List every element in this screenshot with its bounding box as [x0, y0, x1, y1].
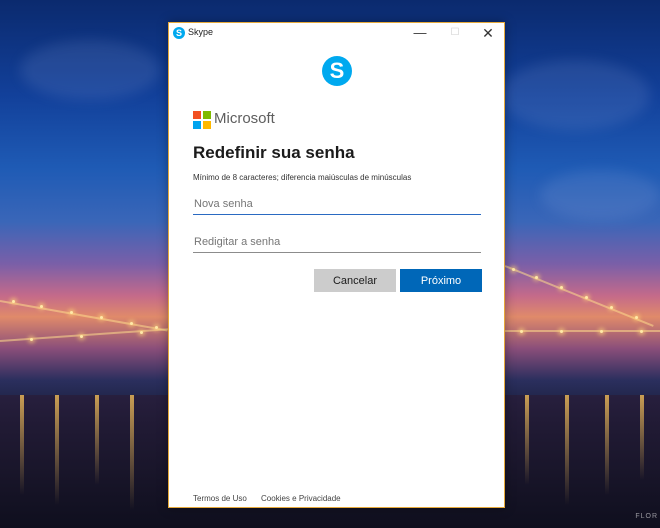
new-password-input[interactable]	[193, 193, 481, 215]
microsoft-wordmark: Microsoft	[214, 110, 275, 127]
password-hint: Mínimo de 8 caracteres; diferencia maiús…	[193, 173, 412, 182]
window-title: Skype	[188, 27, 214, 37]
footer-links: Termos de Uso Cookies e Privacidade	[193, 494, 353, 503]
maximize-button[interactable]: ☐	[438, 23, 472, 43]
privacy-link[interactable]: Cookies e Privacidade	[261, 494, 341, 503]
minimize-button[interactable]: —	[403, 23, 437, 43]
title-bar[interactable]: S Skype — ☐ ✕	[169, 23, 504, 43]
next-button[interactable]: Próximo	[400, 269, 482, 292]
terms-link[interactable]: Termos de Uso	[193, 494, 247, 503]
confirm-password-input[interactable]	[193, 231, 481, 253]
skype-title-icon: S	[173, 27, 185, 39]
wallpaper-watermark: FLOR	[635, 513, 658, 520]
close-button[interactable]: ✕	[471, 23, 505, 43]
skype-icon: S	[322, 56, 352, 86]
cancel-button[interactable]: Cancelar	[314, 269, 396, 292]
microsoft-logo-icon	[193, 111, 211, 129]
skype-window: S Skype — ☐ ✕ S Microsoft Redefinir sua …	[168, 22, 505, 508]
page-title: Redefinir sua senha	[193, 143, 355, 162]
